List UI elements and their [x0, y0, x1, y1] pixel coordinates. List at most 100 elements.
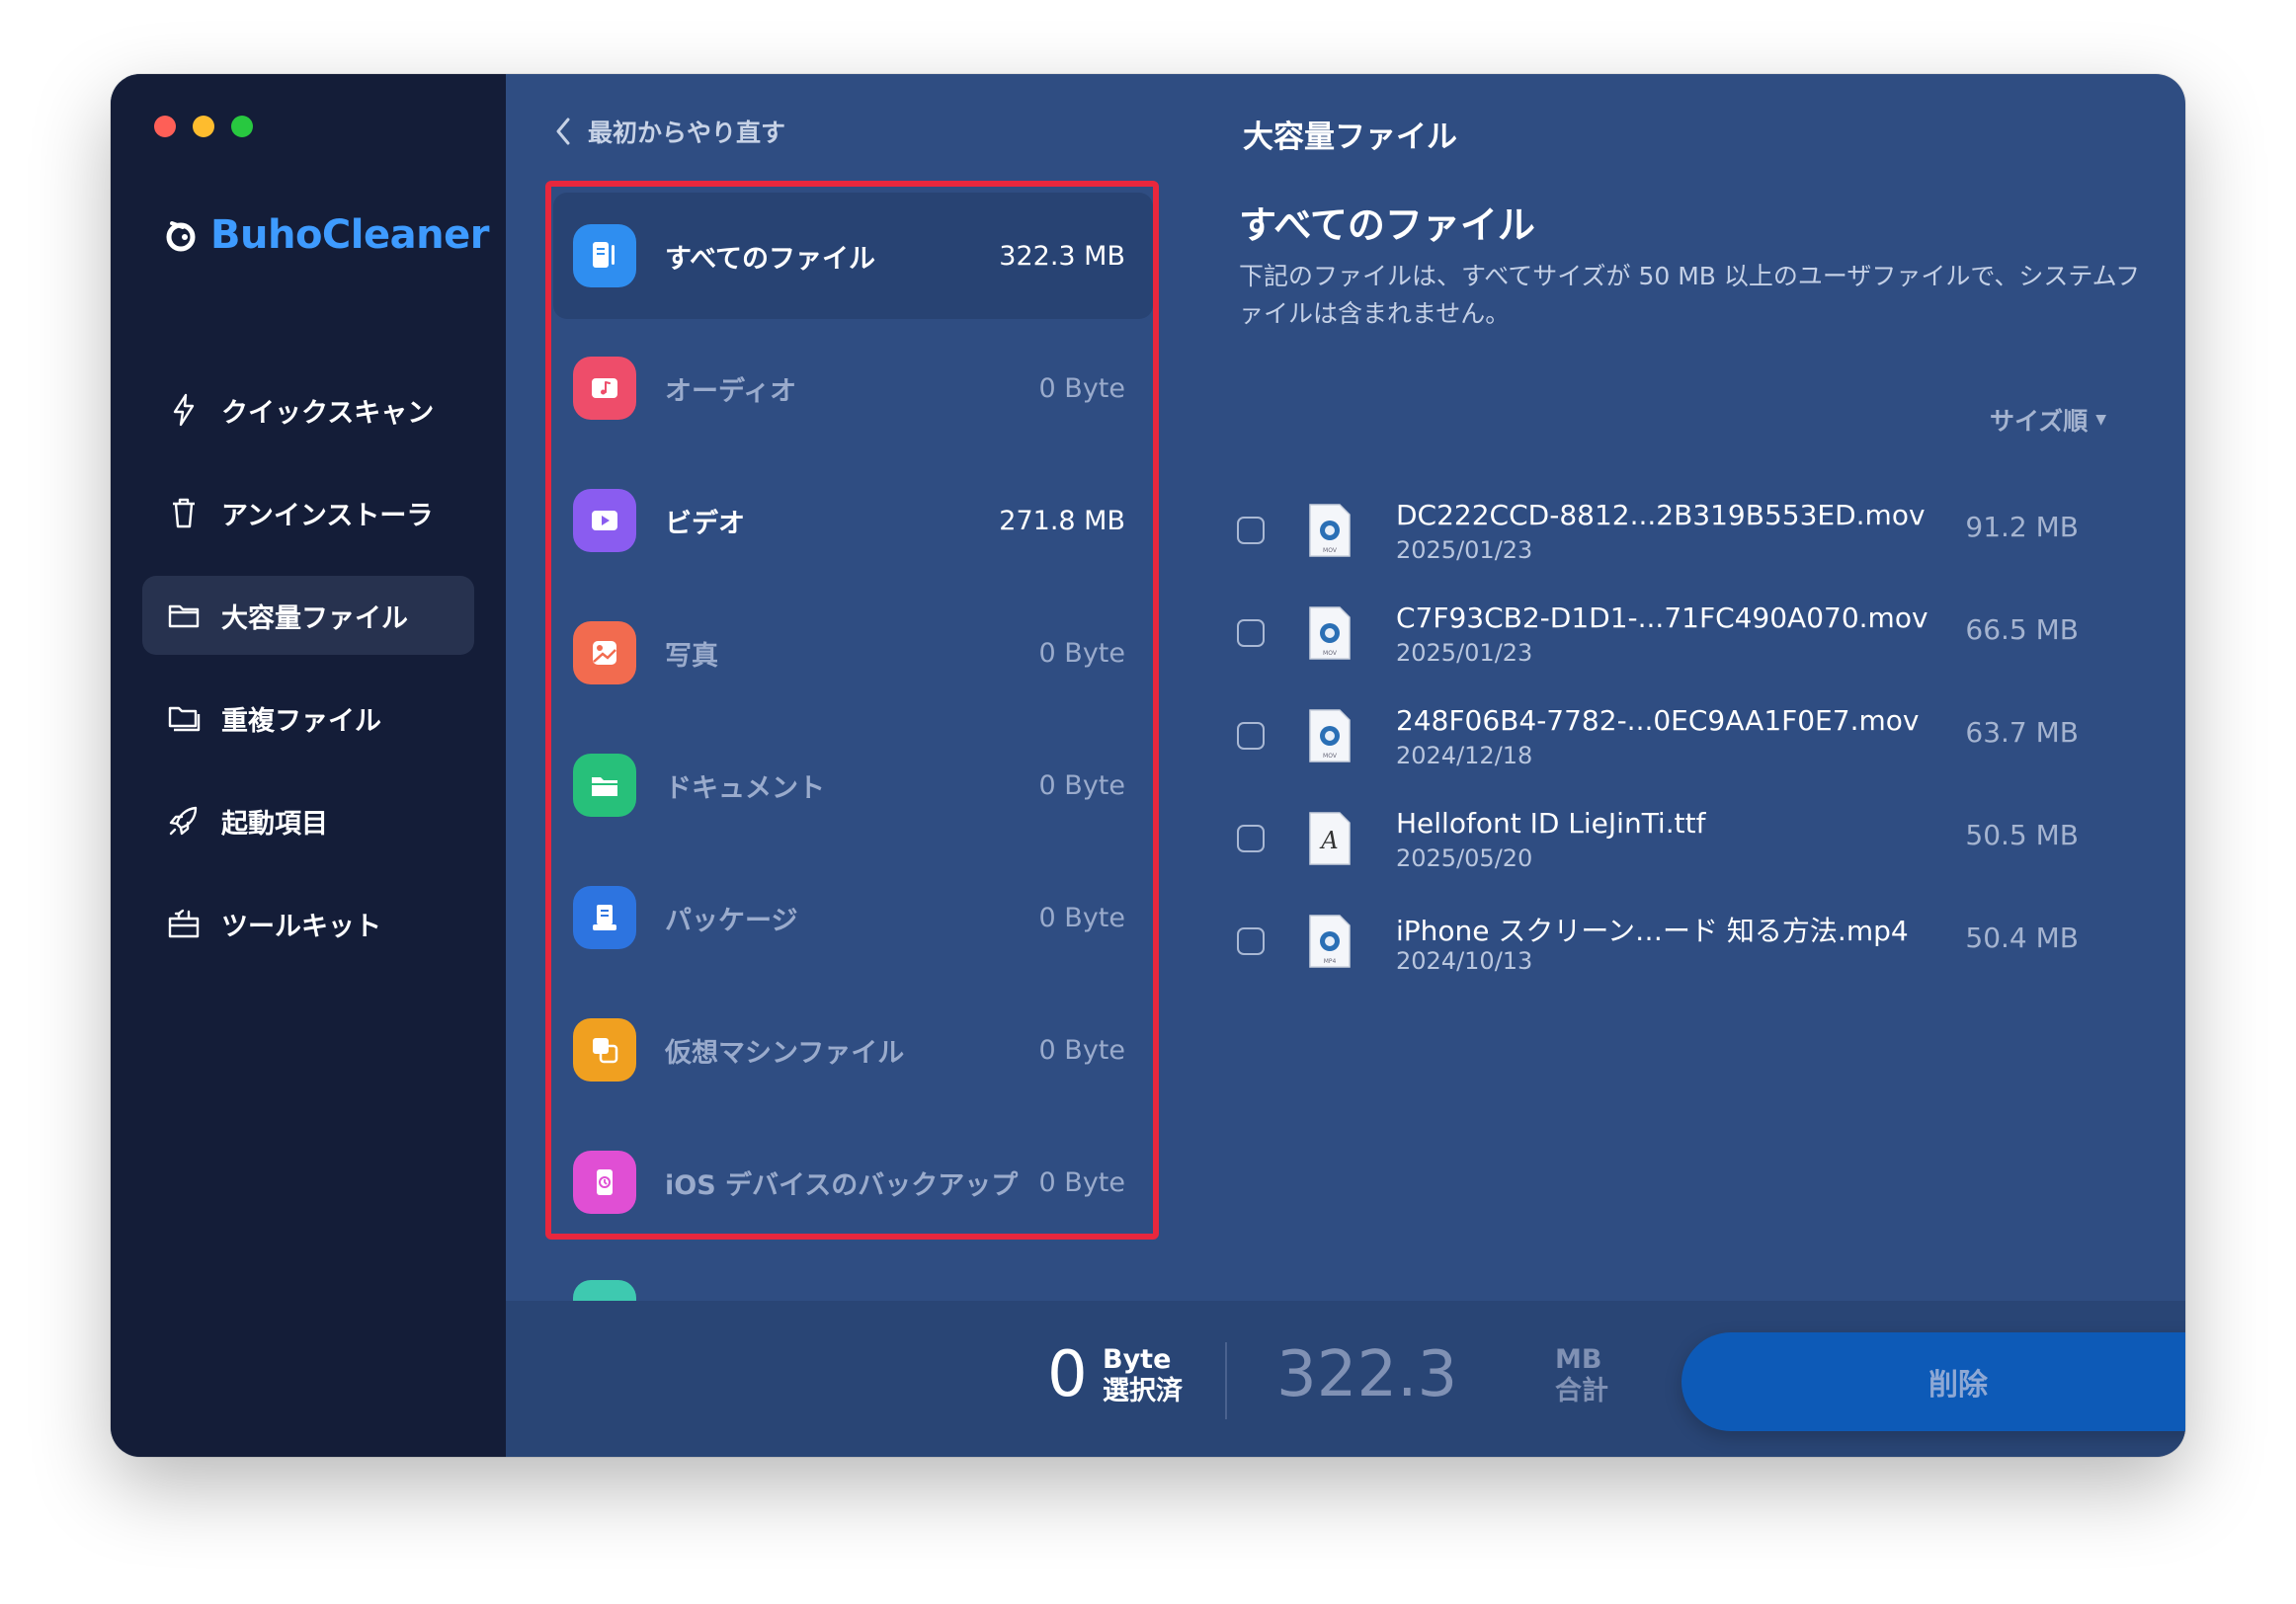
file-date: 2024/10/13	[1396, 947, 1533, 975]
category-label: すべてのファイル	[665, 243, 876, 275]
chevron-left-icon	[556, 118, 570, 145]
file-list: MOV DC222CCD-8812...2B319B553ED.mov 2025…	[1237, 479, 2106, 993]
zoom-window-button[interactable]	[231, 116, 253, 137]
virtual-machine-icon	[573, 1018, 636, 1082]
section-description: 下記のファイルは、すべてサイズが 50 MB 以上のユーザファイルで、システムフ…	[1239, 262, 2141, 328]
sidebar: BuhoCleaner クイックスキャン アンインストーラ 大容量ファイル 重複…	[111, 74, 506, 1457]
total-size-caption: MB 合計	[1555, 1344, 1608, 1407]
file-size: 66.5 MB	[1965, 613, 2079, 646]
category-ios-backups[interactable]: iOS デバイスのバックアップ 0 Byte	[553, 1119, 1153, 1245]
category-label: オーディオ	[665, 375, 797, 407]
svg-text:MOV: MOV	[1323, 547, 1338, 554]
sidebar-item-label: 大容量ファイル	[221, 602, 408, 634]
category-size: 0 Byte	[1038, 1166, 1125, 1198]
sidebar-item-toolkit[interactable]: ツールキット	[142, 884, 474, 963]
all-files-icon	[573, 224, 636, 287]
file-name: DC222CCD-8812...2B319B553ED.mov	[1396, 499, 1926, 531]
selected-size-caption: Byte 選択済	[1103, 1344, 1183, 1407]
panel-title: 大容量ファイル	[1243, 120, 1457, 155]
file-size: 63.7 MB	[1965, 716, 2079, 749]
app-window: BuhoCleaner クイックスキャン アンインストーラ 大容量ファイル 重複…	[111, 74, 2185, 1457]
category-virtual-machine-files[interactable]: 仮想マシンファイル 0 Byte	[553, 987, 1153, 1113]
category-size: 0 Byte	[1038, 1034, 1125, 1066]
delete-button[interactable]: 削除	[1681, 1332, 2185, 1431]
category-photos[interactable]: 写真 0 Byte	[553, 590, 1153, 716]
mov-file-icon: MOV	[1309, 504, 1351, 557]
file-checkbox[interactable]	[1237, 927, 1265, 955]
file-row[interactable]: MOV C7F93CB2-D1D1-...71FC490A070.mov 202…	[1237, 582, 2106, 684]
sidebar-item-quick-scan[interactable]: クイックスキャン	[142, 370, 474, 449]
file-checkbox[interactable]	[1237, 825, 1265, 852]
file-name: Hellofont ID LieJinTi.ttf	[1396, 807, 1706, 840]
package-icon	[573, 886, 636, 949]
category-video[interactable]: ビデオ 271.8 MB	[553, 457, 1153, 584]
sidebar-item-uninstaller[interactable]: アンインストーラ	[142, 473, 474, 552]
category-documents[interactable]: ドキュメント 0 Byte	[553, 722, 1153, 848]
file-checkbox[interactable]	[1237, 619, 1265, 647]
sidebar-item-startup-items[interactable]: 起動項目	[142, 781, 474, 860]
file-checkbox[interactable]	[1237, 517, 1265, 544]
category-size: 0 Byte	[1038, 769, 1125, 801]
toolkit-icon	[168, 909, 200, 938]
mp4-file-icon: MP4	[1309, 915, 1351, 968]
category-size: 0 Byte	[1038, 372, 1125, 404]
folder-icon	[168, 604, 200, 628]
file-size: 50.5 MB	[1965, 819, 2079, 851]
video-icon	[573, 489, 636, 552]
caret-down-icon: ▼	[2095, 412, 2106, 428]
file-checkbox[interactable]	[1237, 722, 1265, 750]
sort-label: サイズ順	[1989, 407, 2089, 436]
duplicate-folder-icon	[168, 706, 201, 732]
photo-icon	[573, 621, 636, 684]
file-date: 2024/12/18	[1396, 742, 1533, 769]
total-size-value: 322.3	[1276, 1338, 1458, 1411]
category-size: 271.8 MB	[999, 505, 1125, 536]
category-label: 写真	[665, 640, 718, 672]
font-file-icon: A	[1309, 812, 1351, 865]
file-row[interactable]: MOV DC222CCD-8812...2B319B553ED.mov 2025…	[1237, 479, 2106, 582]
category-size: 0 Byte	[1038, 902, 1125, 933]
category-size: 322.3 MB	[999, 240, 1125, 272]
sidebar-item-large-files[interactable]: 大容量ファイル	[142, 576, 474, 655]
total-size-unit: MB	[1555, 1344, 1602, 1375]
file-name: iPhone スクリーン…ード 知る方法.mp4	[1396, 915, 1909, 947]
file-row[interactable]: A Hellofont ID LieJinTi.ttf 2025/05/20 5…	[1237, 787, 2106, 890]
sidebar-item-label: クイックスキャン	[221, 397, 435, 429]
category-label: iOS デバイスのバックアップ	[665, 1169, 1019, 1201]
selected-size-value: 0	[1047, 1338, 1088, 1411]
svg-text:MOV: MOV	[1323, 650, 1338, 657]
brand: BuhoCleaner	[163, 212, 489, 258]
close-window-button[interactable]	[154, 116, 176, 137]
footer-divider	[1225, 1342, 1227, 1419]
buhocleaner-logo-icon	[166, 221, 196, 252]
selected-size-unit: Byte	[1103, 1344, 1172, 1375]
file-name: 248F06B4-7782-...0EC9AA1F0E7.mov	[1396, 704, 1920, 737]
category-label: ビデオ	[665, 508, 745, 539]
sidebar-item-label: 起動項目	[221, 808, 328, 840]
file-date: 2025/05/20	[1396, 844, 1533, 872]
section-title: すべてのファイル	[1239, 203, 1535, 247]
ios-backup-icon	[573, 1151, 636, 1214]
sidebar-item-duplicate-files[interactable]: 重複ファイル	[142, 679, 474, 758]
audio-icon	[573, 357, 636, 420]
file-date: 2025/01/23	[1396, 536, 1533, 564]
category-all-files[interactable]: すべてのファイル 322.3 MB	[553, 193, 1153, 319]
sidebar-item-label: ツールキット	[221, 911, 381, 942]
category-packages[interactable]: パッケージ 0 Byte	[553, 854, 1153, 981]
category-label: ドキュメント	[665, 772, 825, 804]
sidebar-item-label: アンインストーラ	[221, 500, 434, 531]
file-row[interactable]: MOV 248F06B4-7782-...0EC9AA1F0E7.mov 202…	[1237, 684, 2106, 787]
file-size: 91.2 MB	[1965, 511, 2079, 543]
mov-file-icon: MOV	[1309, 709, 1351, 762]
svg-text:MP4: MP4	[1324, 958, 1337, 965]
file-row[interactable]: MP4 iPhone スクリーン…ード 知る方法.mp4 2024/10/13 …	[1237, 890, 2106, 993]
category-size: 0 Byte	[1038, 637, 1125, 669]
trash-icon	[173, 498, 195, 528]
svg-text:MOV: MOV	[1323, 753, 1338, 760]
minimize-window-button[interactable]	[193, 116, 214, 137]
category-audio[interactable]: オーディオ 0 Byte	[553, 325, 1153, 451]
start-over-link[interactable]: 最初からやり直す	[550, 114, 785, 149]
category-list: すべてのファイル 322.3 MB オーディオ 0 Byte ビデオ 271.8…	[553, 193, 1153, 1251]
footer-bar: 0 Byte 選択済 322.3 MB 合計 削除	[506, 1301, 2185, 1457]
sort-dropdown[interactable]: サイズ順 ▼	[1990, 402, 2106, 438]
